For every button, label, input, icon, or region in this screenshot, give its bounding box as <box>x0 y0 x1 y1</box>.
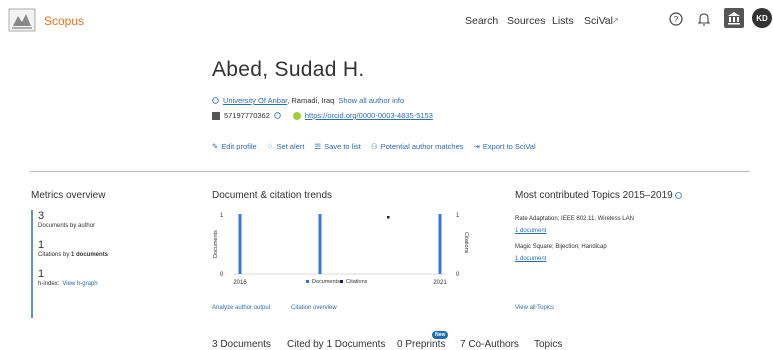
tab-cited-by[interactable]: Cited by 1 Documents <box>287 339 385 350</box>
y-left-axis-label: Documents <box>213 230 219 258</box>
scopus-id-icon <box>212 111 220 120</box>
user-avatar[interactable]: KD <box>752 8 772 28</box>
y-right-axis-label: Citations <box>463 232 469 254</box>
save-to-list-button[interactable]: ☰ Save to list <box>314 142 360 151</box>
institution-icon[interactable] <box>724 8 744 28</box>
legend-documents-swatch <box>306 280 309 283</box>
topic-document-link[interactable]: 1 document <box>515 228 546 234</box>
documents-count: 3 <box>38 210 45 222</box>
view-h-graph-link[interactable]: View h-graph <box>62 281 97 287</box>
svg-text:?: ? <box>674 15 679 24</box>
external-link-icon: ↗ <box>612 16 619 25</box>
affiliation-location: , Ramadi, Iraq <box>287 96 335 105</box>
orcid-link[interactable]: https://orcid.org/0000-0003-4835-5153 <box>305 111 433 120</box>
trends-title: Document & citation trends <box>212 190 333 201</box>
author-actions: ✎ Edit profile ♢ Set alert ☰ Save to list ⚇… <box>212 142 536 151</box>
citation-overview-link[interactable]: Citation overview <box>291 305 337 311</box>
topics-title: Most contributed Topics 2015–2019 <box>515 190 682 201</box>
documents-label: Documents by author <box>38 223 96 229</box>
nav-lists[interactable]: Lists <box>552 15 574 27</box>
elsevier-logo-icon[interactable] <box>8 8 36 32</box>
topic-name: Rate Adaptation; IEEE 802.11; Wireless L… <box>515 216 634 222</box>
author-name: Abed, Sudad H. <box>212 58 365 81</box>
citations-docs-count[interactable]: 1 documents <box>71 252 108 258</box>
x-tick-label: 2021 <box>433 280 447 286</box>
pencil-icon: ✎ <box>212 142 219 151</box>
legend-citations-label: Citations <box>346 279 368 285</box>
y-left-tick-label: 1 <box>220 213 224 219</box>
analyze-author-output-link[interactable]: Analyze author output <box>212 305 270 311</box>
h-index-label: h-index: View h-graph <box>38 281 98 287</box>
orcid-icon <box>292 111 301 120</box>
tab-documents[interactable]: 3 Documents <box>212 339 271 350</box>
affiliation-row: University Of Anbar, Ramadi, Iraq Show a… <box>212 96 404 105</box>
scopus-id: 57197770362 <box>224 111 270 120</box>
x-tick-label: 2016 <box>233 280 247 286</box>
new-badge: New <box>432 331 449 339</box>
topic-document-link[interactable]: 1 document <box>515 256 546 262</box>
y-right-tick-label: 0 <box>456 272 460 278</box>
view-all-topics-link[interactable]: View all Topics <box>515 305 554 311</box>
nav-sources[interactable]: Sources <box>507 15 546 27</box>
metrics-overview-title: Metrics overview <box>31 190 106 201</box>
set-alert-button[interactable]: ♢ Set alert <box>267 142 305 151</box>
id-row: 57197770362 https://orcid.org/0000-0003-… <box>212 111 433 120</box>
tab-preprints[interactable]: 0 Preprints <box>397 339 445 350</box>
affiliation-link[interactable]: University Of Anbar <box>223 96 287 105</box>
info-icon[interactable] <box>274 112 281 119</box>
y-right-tick-label: 1 <box>456 213 460 219</box>
show-all-author-info-link[interactable]: Show all author info <box>338 96 404 105</box>
scopus-logo[interactable]: Scopus <box>44 14 84 28</box>
section-divider <box>30 171 750 172</box>
legend-citations-swatch <box>340 280 343 283</box>
location-icon <box>212 97 219 104</box>
tab-topics[interactable]: Topics <box>534 339 562 350</box>
document-bar <box>238 214 242 274</box>
trends-chart: 1 0 1 0 Documents Citations 2016 2021 Documents C… <box>213 213 469 286</box>
citation-point <box>387 216 390 219</box>
metrics-panel: 3 Documents by author 1 Citations by 1 d… <box>31 210 181 318</box>
legend-documents-label: Documents <box>312 279 340 285</box>
edit-profile-button[interactable]: ✎ Edit profile <box>212 142 257 151</box>
citations-count: 1 <box>38 239 45 251</box>
export-icon: ⇥ <box>473 142 480 151</box>
info-icon[interactable] <box>674 191 682 199</box>
list-icon: ☰ <box>314 142 322 151</box>
bell-icon: ♢ <box>266 142 274 151</box>
export-to-scival-button[interactable]: ⇥ Export to SciVal <box>474 142 536 151</box>
topic-name: Magic Square; Bijection; Handicap <box>515 244 607 250</box>
citations-label: Citations by 1 documents <box>38 252 109 258</box>
nav-scival[interactable]: SciVal <box>584 15 613 27</box>
potential-author-matches-button[interactable]: ⚇ Potential author matches <box>371 142 464 151</box>
document-bar <box>318 214 322 274</box>
nav-search[interactable]: Search <box>465 15 498 27</box>
y-left-tick-label: 0 <box>220 272 224 278</box>
h-index-value: 1 <box>38 268 45 280</box>
top-bar: Scopus Search Sources Lists SciVal ↗ ? K… <box>0 0 773 44</box>
help-icon[interactable]: ? <box>668 11 684 27</box>
tab-co-authors[interactable]: 7 Co-Authors <box>460 339 519 350</box>
bell-icon[interactable] <box>696 11 712 27</box>
document-bar <box>438 214 442 274</box>
people-icon: ⚇ <box>370 142 378 151</box>
